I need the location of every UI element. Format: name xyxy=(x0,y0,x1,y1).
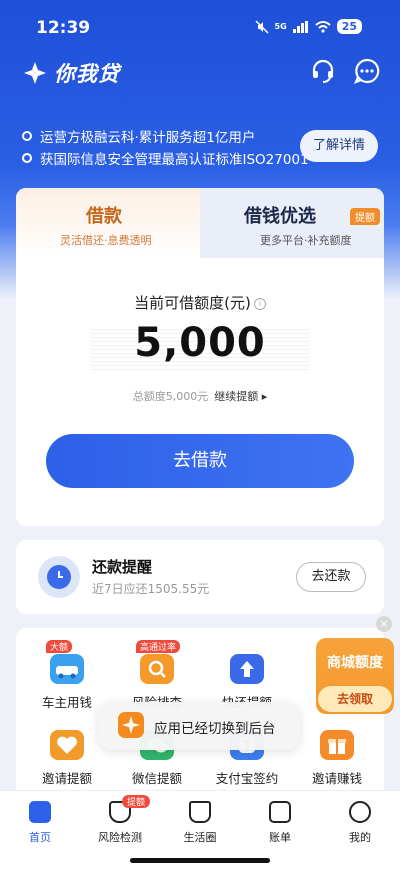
home-icon xyxy=(29,801,51,823)
nav-mine[interactable]: 我的 xyxy=(320,801,400,845)
nav-life-circle[interactable]: 生活圈 xyxy=(160,801,240,845)
bill-icon xyxy=(269,801,291,823)
repay-reminder-card: 还款提醒 近7日应还1505.55元 去还款 xyxy=(16,540,384,614)
status-bar: 12:39 5G 25 xyxy=(0,0,400,48)
notice-line: 运营方极融云科·累计服务超1亿用户 xyxy=(22,125,309,147)
background-toast: 应用已经切换到后台 xyxy=(98,702,300,750)
service-label: 邀请赚钱 xyxy=(311,771,362,786)
service-label: 邀请提额 xyxy=(41,771,92,786)
mute-icon xyxy=(255,19,269,34)
nav-label: 首页 xyxy=(29,831,51,844)
notice-text: 获国际信息安全管理最高认证标准ISO27001 xyxy=(40,152,309,168)
tab-subtitle: 灵活借还·息费透明 xyxy=(60,234,152,247)
limit-label-text: 当前可借额度(元) xyxy=(134,294,251,312)
repay-button[interactable]: 去还款 xyxy=(296,562,366,592)
status-icons: 5G 25 xyxy=(255,19,362,34)
bullet-icon xyxy=(22,131,32,141)
tab-subtitle: 更多平台·补充额度 xyxy=(260,234,352,247)
repay-title: 还款提醒 xyxy=(92,558,153,576)
close-icon[interactable]: × xyxy=(376,616,392,632)
search-icon xyxy=(140,654,174,684)
notice-line: 获国际信息安全管理最高认证标准ISO27001 xyxy=(22,147,309,169)
notice-text: 运营方极融云科·累计服务超1亿用户 xyxy=(40,130,256,146)
nav-label: 我的 xyxy=(349,831,371,844)
nav-label: 账单 xyxy=(269,831,291,844)
service-tag: 大额 xyxy=(46,640,73,653)
car-icon xyxy=(50,654,84,684)
service-label: 车主用钱 xyxy=(41,695,92,710)
nav-label: 生活圈 xyxy=(183,831,217,844)
available-amount: 5,000 xyxy=(134,320,266,366)
learn-more-button[interactable]: 了解详情 xyxy=(300,130,378,162)
profile-icon xyxy=(349,801,371,823)
message-icon[interactable] xyxy=(354,58,380,84)
tab-title: 借款 xyxy=(86,206,122,227)
nav-bills[interactable]: 账单 xyxy=(240,801,320,845)
service-tag: 高通过率 xyxy=(136,640,181,653)
total-limit: 总额度5,000元 继续提额 ▸ xyxy=(16,388,384,404)
borrow-button[interactable]: 去借款 xyxy=(46,434,354,488)
limit-label: 当前可借额度(元) i xyxy=(16,292,384,313)
raise-tag: 提额 xyxy=(350,208,380,225)
nav-tag: 提额 xyxy=(122,795,151,808)
service-car-owner-loan[interactable]: 大额 车主用钱 xyxy=(24,640,110,711)
cup-icon xyxy=(189,801,211,823)
tab-title: 借钱优选 xyxy=(244,206,316,227)
raise-limit-link[interactable]: 继续提额 ▸ xyxy=(214,390,267,403)
tab-loan-select[interactable]: 借钱优选 提额 更多平台·补充额度 xyxy=(200,188,384,258)
customer-service-icon[interactable] xyxy=(310,58,336,84)
repay-due-amount: 近7日应还1505.55元 xyxy=(92,582,210,596)
gift-icon xyxy=(320,730,354,760)
app-name: 你我贷 xyxy=(54,62,120,86)
arrow-up-icon xyxy=(230,654,264,684)
app-logo: 你我贷 xyxy=(22,58,120,88)
network-type: 5G xyxy=(274,22,287,31)
info-icon[interactable]: i xyxy=(253,297,266,310)
toast-message: 应用已经切换到后台 xyxy=(154,721,276,737)
heart-icon xyxy=(50,730,84,760)
loan-card: 借款 灵活借还·息费透明 借钱优选 提额 更多平台·补充额度 当前可借额度(元)… xyxy=(16,188,384,526)
app-bar: 你我贷 xyxy=(0,52,400,92)
trust-notice: 运营方极融云科·累计服务超1亿用户 获国际信息安全管理最高认证标准ISO2700… xyxy=(22,125,309,169)
logo-icon xyxy=(24,62,46,84)
clock-icon xyxy=(38,556,80,598)
service-label: 支付宝签约 xyxy=(215,771,279,786)
signal-icon xyxy=(292,20,308,33)
service-label: 微信提额 xyxy=(131,771,182,786)
total-limit-text: 总额度5,000元 xyxy=(132,390,209,403)
battery-level: 25 xyxy=(336,19,362,34)
claim-button[interactable]: 去领取 xyxy=(318,686,392,712)
home-indicator[interactable] xyxy=(130,858,270,863)
promo-title: 商城额度 xyxy=(327,655,383,671)
tab-borrow[interactable]: 借款 灵活借还·息费透明 xyxy=(16,188,200,258)
mall-credit-promo[interactable]: 商城额度 去领取 xyxy=(316,638,394,714)
nav-home[interactable]: 首页 xyxy=(0,801,80,845)
app-icon xyxy=(118,712,144,738)
nav-label: 风险检测 xyxy=(98,831,142,844)
wifi-icon xyxy=(315,20,331,33)
bullet-icon xyxy=(22,153,32,163)
service-invite-earn[interactable]: 邀请赚钱 xyxy=(294,730,380,787)
status-time: 12:39 xyxy=(36,18,91,38)
service-invite-raise[interactable]: 邀请提额 xyxy=(24,730,110,787)
nav-risk-detection[interactable]: 提额 风险检测 xyxy=(80,795,160,845)
